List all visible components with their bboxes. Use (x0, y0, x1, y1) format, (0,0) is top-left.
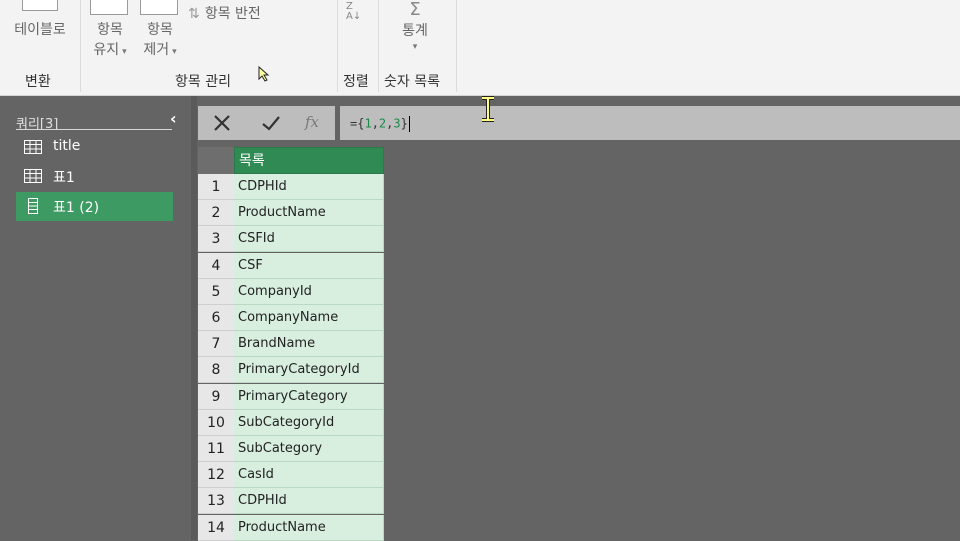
remove-items-button[interactable]: 항목 제거 ▾ (136, 20, 184, 62)
group-label-sort: 정렬 (343, 74, 369, 90)
formula-value: 3 (393, 116, 401, 131)
formula-value: 1 (364, 116, 372, 131)
table-cell[interactable]: ProductName (234, 514, 384, 541)
row-number[interactable]: 11 (198, 436, 234, 462)
table-cell[interactable]: PrimaryCategoryId (234, 357, 384, 384)
sort-az-icon: Z A↓ (346, 1, 362, 22)
row-number[interactable]: 12 (198, 462, 234, 489)
remove-items-label-2: 제거 (143, 42, 170, 58)
row-number[interactable]: 3 (198, 226, 234, 253)
sort-button[interactable]: Z A↓ (346, 2, 368, 28)
query-item-label: 표1 (53, 170, 75, 186)
to-table-button[interactable]: 테이블로 (8, 20, 72, 40)
statistics-label: 통계 (402, 23, 428, 39)
query-item-title[interactable]: title (16, 133, 173, 162)
table-cell[interactable]: CSFId (234, 226, 384, 253)
query-item-table1[interactable]: 표1 (16, 162, 173, 191)
table-cell[interactable]: BrandName (234, 331, 384, 358)
reverse-items-label: 항목 반전 (204, 6, 261, 22)
chevron-down-icon: ▾ (122, 47, 127, 57)
row-number[interactable]: 10 (198, 409, 234, 436)
row-number[interactable]: 5 (198, 278, 234, 305)
ribbon: 테이블로 항목 유지 ▾ 항목 제거 ▾ ⇅ 항목 반전 변환 항목 관리 Z A↓ … (0, 0, 960, 96)
grid-corner[interactable] (198, 147, 235, 174)
table-cell[interactable]: CDPHId (234, 174, 384, 200)
mouse-pointer-icon (258, 65, 270, 86)
group-label-manage-items: 항목 관리 (175, 74, 231, 90)
table-cell[interactable]: CDPHId (234, 488, 384, 515)
formula-suffix: } (400, 116, 408, 131)
chevron-down-icon: ▾ (412, 42, 418, 52)
sigma-icon: Σ (409, 0, 421, 20)
formula-input[interactable]: ={1,2,3} (350, 116, 410, 132)
row-number[interactable]: 6 (198, 305, 234, 331)
check-icon[interactable] (261, 113, 281, 137)
formula-bar[interactable] (340, 106, 960, 140)
ribbon-separator (337, 0, 338, 92)
remove-items-label-1: 항목 (147, 22, 173, 38)
chevron-down-icon: ▾ (172, 47, 177, 57)
table-icon (24, 169, 42, 187)
query-item-label: title (53, 138, 81, 154)
keep-items-label-1: 항목 (97, 22, 123, 38)
reverse-icon: ⇅ (188, 6, 200, 22)
table-cell[interactable]: CSF (234, 252, 384, 279)
formula-prefix: ={ (350, 116, 365, 131)
table-cell[interactable]: CompanyName (234, 305, 384, 331)
keep-items-button[interactable]: 항목 유지 ▾ (86, 20, 134, 62)
collapse-panel-icon[interactable]: ‹ (170, 109, 177, 128)
formula-comma: , (371, 116, 379, 131)
table-icon (24, 140, 42, 158)
row-number[interactable]: 1 (198, 174, 234, 200)
table-cell[interactable]: SubCategoryId (234, 409, 384, 436)
to-table-icon (22, 0, 58, 11)
table-cell[interactable]: ProductName (234, 200, 384, 227)
keep-items-label-2: 유지 (93, 42, 120, 58)
cancel-icon[interactable] (212, 113, 232, 137)
statistics-button[interactable]: Σ 통계 ▾ (398, 0, 432, 60)
table-cell[interactable]: CompanyId (234, 278, 384, 305)
table-cell[interactable]: PrimaryCategory (234, 383, 384, 410)
text-caret (408, 116, 410, 132)
text-cursor-icon (480, 96, 496, 126)
table-cell[interactable]: SubCategory (234, 436, 384, 462)
query-item-label: 표1 (2) (53, 200, 100, 216)
column-header-list[interactable]: 목록 (234, 147, 384, 174)
group-label-number-list: 숫자 목록 (384, 74, 440, 90)
row-number[interactable]: 7 (198, 331, 234, 358)
keep-items-icon (90, 0, 128, 15)
row-number[interactable]: 8 (198, 357, 234, 384)
row-number[interactable]: 4 (198, 252, 234, 279)
fx-icon[interactable]: fx (305, 113, 319, 131)
ribbon-separator (378, 0, 379, 92)
ribbon-separator (456, 0, 457, 92)
panel-title-underline (16, 129, 172, 130)
query-item-table1-2[interactable]: 표1 (2) (16, 192, 173, 221)
list-icon (28, 198, 38, 218)
row-number[interactable]: 9 (198, 383, 234, 410)
row-number[interactable]: 13 (198, 488, 234, 515)
ribbon-separator (80, 0, 81, 92)
group-label-convert: 변환 (25, 74, 51, 90)
table-cell[interactable]: CasId (234, 462, 384, 489)
row-number[interactable]: 14 (198, 514, 234, 541)
panel-divider[interactable] (191, 96, 197, 540)
row-number[interactable]: 2 (198, 200, 234, 227)
remove-items-icon (140, 0, 178, 15)
reverse-items-button[interactable]: ⇅ 항목 반전 (188, 3, 261, 25)
